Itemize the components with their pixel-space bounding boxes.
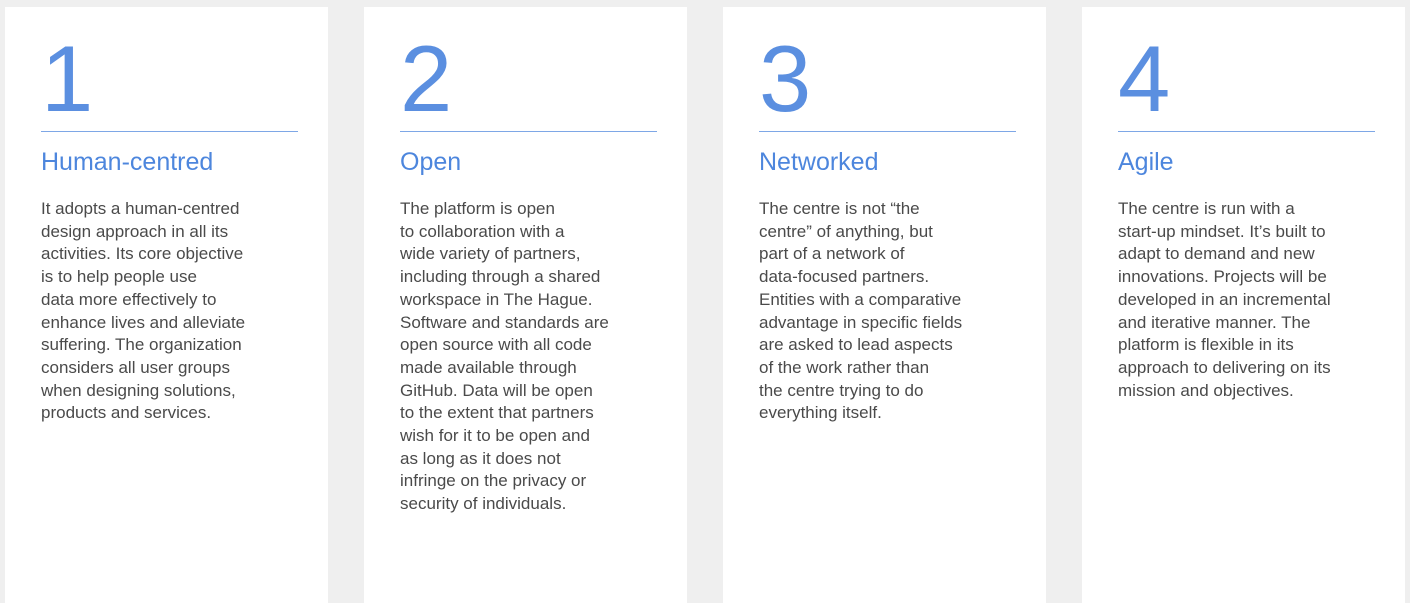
principle-title: Open [400, 148, 462, 176]
divider [41, 131, 298, 132]
description-line: centre” of anything, but [759, 221, 933, 241]
principle-card-3: 3 Networked The centre is not “the centre… [723, 7, 1046, 603]
description-line: suffering. The organization [41, 335, 242, 355]
principle-number: 2 [400, 26, 452, 131]
description-line: is to help people use [41, 267, 197, 287]
principle-description: The platform is open to collaboration wit… [400, 198, 648, 516]
description-line: as long as it does not [400, 448, 561, 468]
description-line: The centre is not “the [759, 199, 920, 218]
description-line: infringe on the privacy or [400, 471, 587, 491]
principle-title: Networked [759, 148, 879, 176]
description-line: activities. Its core objective [41, 244, 244, 264]
description-line: The platform is open [400, 199, 555, 218]
description-line: part of a network of [759, 244, 905, 264]
principle-description: It adopts a human-centred design approach… [41, 198, 289, 425]
description-line: everything itself. [759, 403, 882, 423]
principle-number: 4 [1118, 26, 1170, 131]
description-line: The centre is run with a [1118, 199, 1295, 218]
description-line: advantage in specific fields [759, 312, 963, 332]
description-line: are asked to lead aspects [759, 335, 953, 355]
description-line: design approach in all its [41, 221, 229, 241]
description-line: made available through [400, 357, 577, 377]
principle-card-4: 4 Agile The centre is run with a start-up… [1082, 7, 1405, 603]
divider [1118, 131, 1375, 132]
description-line: to collaboration with a [400, 221, 565, 241]
divider [400, 131, 657, 132]
principle-card-2: 2 Open The platform is open to collaborat… [364, 7, 687, 603]
description-line: products and services. [41, 403, 212, 423]
description-line: platform is flexible in its [1118, 335, 1294, 355]
description-line: and iterative manner. The [1118, 312, 1311, 332]
description-line: wish for it to be open and [400, 426, 590, 446]
description-line: enhance lives and alleviate [41, 312, 246, 332]
description-line: mission and objectives. [1118, 380, 1294, 400]
divider [759, 131, 1016, 132]
description-line: It adopts a human-centred [41, 199, 240, 218]
description-line: GitHub. Data will be open [400, 380, 593, 400]
principle-number: 3 [759, 26, 811, 131]
description-line: open source with all code [400, 335, 592, 355]
description-line: the centre trying to do [759, 380, 924, 400]
description-line: workspace in The Hague. [400, 289, 593, 309]
description-line: when designing solutions, [41, 380, 236, 400]
description-line: developed in an incremental [1118, 289, 1331, 309]
description-line: of the work rather than [759, 357, 930, 377]
description-line: considers all user groups [41, 357, 230, 377]
principle-card-1: 1 Human-centred It adopts a human-centre… [5, 7, 328, 603]
description-line: including through a shared [400, 267, 601, 287]
description-line: to the extent that partners [400, 403, 594, 423]
description-line: start-up mindset. It’s built to [1118, 221, 1326, 241]
description-line: Software and standards are [400, 312, 609, 332]
description-line: data-focused partners. [759, 267, 930, 287]
description-line: Entities with a comparative [759, 289, 962, 309]
description-line: wide variety of partners, [400, 244, 581, 264]
principle-description: The centre is run with a start-up mindset… [1118, 198, 1366, 402]
principle-title: Human-centred [41, 148, 214, 176]
principle-description: The centre is not “the centre” of anythin… [759, 198, 1007, 425]
principle-title: Agile [1118, 148, 1174, 176]
description-line: adapt to demand and new [1118, 244, 1315, 264]
principle-number: 1 [41, 26, 93, 131]
description-line: data more effectively to [41, 289, 217, 309]
description-line: innovations. Projects will be [1118, 267, 1327, 287]
description-line: security of individuals. [400, 494, 567, 514]
description-line: approach to delivering on its [1118, 357, 1331, 377]
